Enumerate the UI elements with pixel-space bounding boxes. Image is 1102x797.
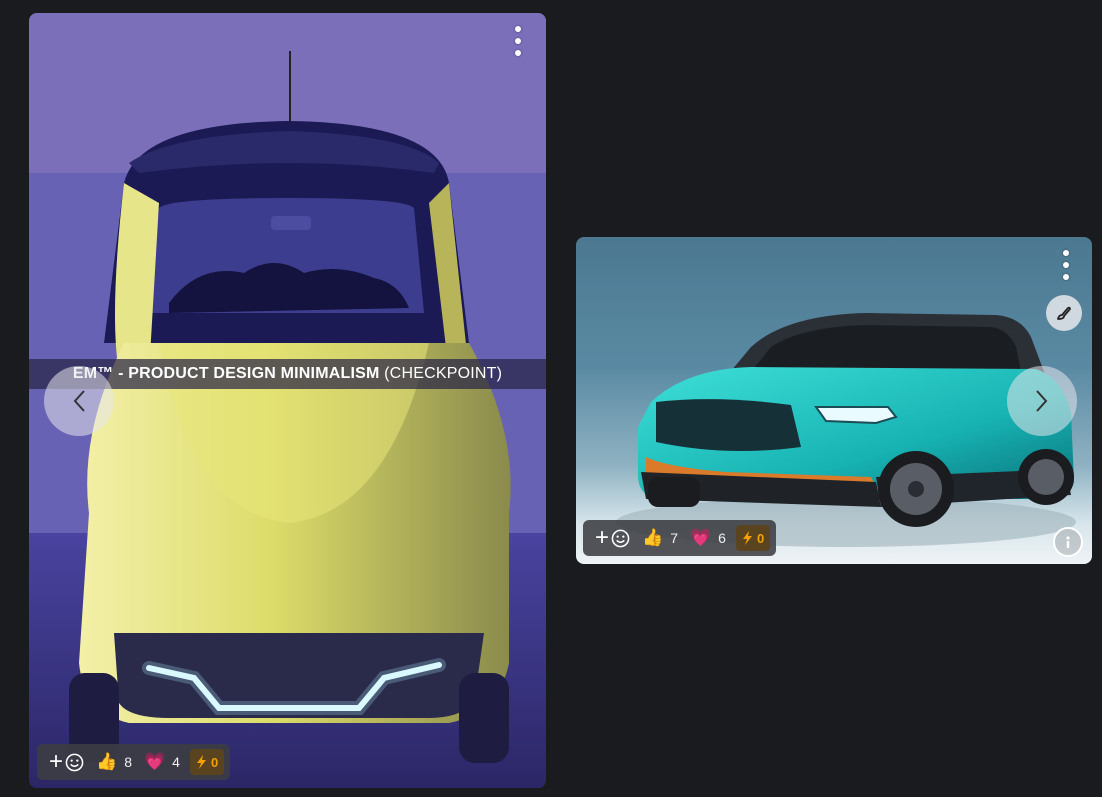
thumbs-up-count: 7: [670, 530, 678, 546]
lightning-icon: [196, 755, 206, 769]
plus-icon: +: [49, 748, 64, 775]
remix-brush-button[interactable]: [1046, 295, 1082, 331]
smiley-icon: [611, 529, 630, 547]
more-options-icon[interactable]: [1059, 250, 1073, 280]
carousel-prev-button[interactable]: [44, 366, 114, 436]
more-options-icon[interactable]: [511, 26, 525, 56]
plus-icon: +: [595, 524, 610, 551]
chevron-left-icon: [73, 390, 85, 412]
heart-count: 4: [172, 754, 180, 770]
brush-icon: [1057, 306, 1071, 320]
add-reaction-button[interactable]: +: [589, 520, 636, 556]
heart-count: 6: [718, 530, 726, 546]
chevron-right-icon: [1036, 390, 1048, 412]
reaction-thumbs-up[interactable]: 👍 8: [90, 744, 138, 780]
info-icon[interactable]: [1053, 527, 1083, 557]
banner-suffix: (CHECKPOINT): [384, 365, 503, 382]
tip-button[interactable]: 0: [735, 525, 771, 551]
reaction-heart[interactable]: 💗 4: [138, 744, 186, 780]
thumbs-up-count: 8: [124, 754, 132, 770]
thumbs-up-icon: 👍: [642, 528, 664, 547]
tip-button[interactable]: 0: [189, 749, 225, 775]
thumbs-up-icon: 👍: [96, 752, 118, 771]
reaction-heart[interactable]: 💗 6: [684, 520, 732, 556]
add-reaction-button[interactable]: +: [43, 744, 90, 780]
reaction-thumbs-up[interactable]: 👍 7: [636, 520, 684, 556]
carousel-next-button[interactable]: [1007, 366, 1077, 436]
smiley-icon: [65, 753, 84, 771]
banner-brand: EM™ - PRODUCT DESIGN MINIMALISM: [72, 365, 380, 382]
tip-count: 0: [210, 754, 219, 770]
heart-icon: 💗: [143, 752, 166, 771]
lightning-icon: [742, 531, 752, 545]
reactions-bar: + 👍 7 💗 6 0: [583, 520, 777, 556]
tip-count: 0: [756, 530, 765, 546]
heart-icon: 💗: [689, 528, 712, 547]
reactions-bar: + 👍 8 💗 4 0: [37, 744, 231, 780]
